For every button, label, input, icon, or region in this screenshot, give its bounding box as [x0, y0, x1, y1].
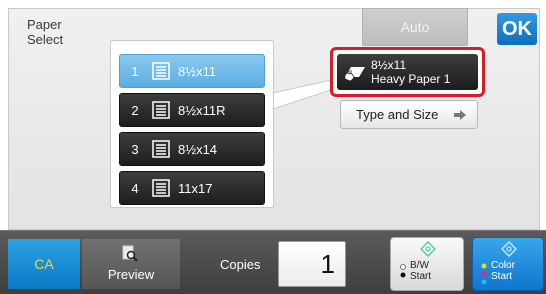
tray-number: 2 [131, 102, 139, 118]
color-label-line2: Start [491, 271, 513, 282]
type-and-size-label: Type and Size [356, 107, 439, 122]
tray-size: 8½x11R [178, 102, 226, 118]
paper-tray-icon [150, 140, 172, 158]
ok-button[interactable]: OK [497, 13, 537, 45]
color-dots-icon [480, 262, 488, 291]
color-label-line1: Color [491, 260, 515, 271]
tray-size: 11x17 [178, 180, 213, 196]
heavy-paper-hand-icon [337, 54, 371, 90]
page-title: Paper Select [27, 17, 97, 47]
tray-item-2[interactable]: 2 8½x11R [119, 93, 265, 127]
preview-magnifier-icon [122, 245, 138, 266]
paper-type-button[interactable]: 8½x11 Heavy Paper 1 [337, 54, 478, 90]
bw-label-line2: Start [410, 271, 432, 282]
tray-item-4[interactable]: 4 11x17 [119, 171, 265, 205]
type-and-size-button[interactable]: Type and Size [340, 100, 478, 129]
clear-all-button[interactable]: CA [8, 239, 80, 289]
bw-start-label: B/W Start [410, 260, 431, 282]
bottom-bar: CA Preview Copies 1 B/W Start Color Star… [0, 230, 546, 294]
paper-type-text: 8½x11 Heavy Paper 1 [371, 58, 450, 86]
copies-label: Copies [220, 257, 261, 272]
bw-start-button[interactable]: B/W Start [390, 237, 464, 291]
page-title-line1: Paper [27, 17, 62, 32]
page-title-line2: Select [27, 32, 64, 47]
paper-tray-icon [150, 179, 172, 197]
auto-button[interactable]: Auto [362, 8, 468, 46]
bw-dots-icon [399, 263, 407, 284]
tray-item-1[interactable]: 1 8½x11 [119, 54, 265, 88]
start-diamond-icon [500, 240, 518, 262]
paper-tray-icon [150, 62, 172, 80]
preview-label: Preview [107, 267, 155, 282]
tray-number: 1 [131, 63, 139, 79]
color-start-button[interactable]: Color Start [472, 237, 544, 291]
color-start-label: Color Start [491, 260, 515, 282]
copies-field[interactable]: 1 [278, 241, 346, 287]
paper-size-text: 8½x11 [371, 58, 407, 72]
tray-size: 8½x14 [178, 141, 218, 157]
arrow-right-icon [453, 108, 467, 125]
start-diamond-icon [419, 240, 437, 262]
paper-type-name: Heavy Paper 1 [371, 72, 451, 86]
paper-select-screen: Paper Select Auto OK 1 8½x11 2 8½x11R 3 [0, 0, 546, 294]
tray-size: 8½x11 [178, 63, 217, 79]
tray-item-3[interactable]: 3 8½x14 [119, 132, 265, 166]
paper-tray-icon [150, 101, 172, 119]
paper-type-highlight: 8½x11 Heavy Paper 1 [330, 47, 485, 97]
tray-list: 1 8½x11 2 8½x11R 3 8½x14 4 11x17 [110, 40, 274, 208]
tray-number: 4 [131, 180, 139, 196]
preview-button[interactable]: Preview [82, 239, 180, 289]
tray-number: 3 [131, 141, 139, 157]
bw-label-line1: B/W [410, 260, 429, 271]
